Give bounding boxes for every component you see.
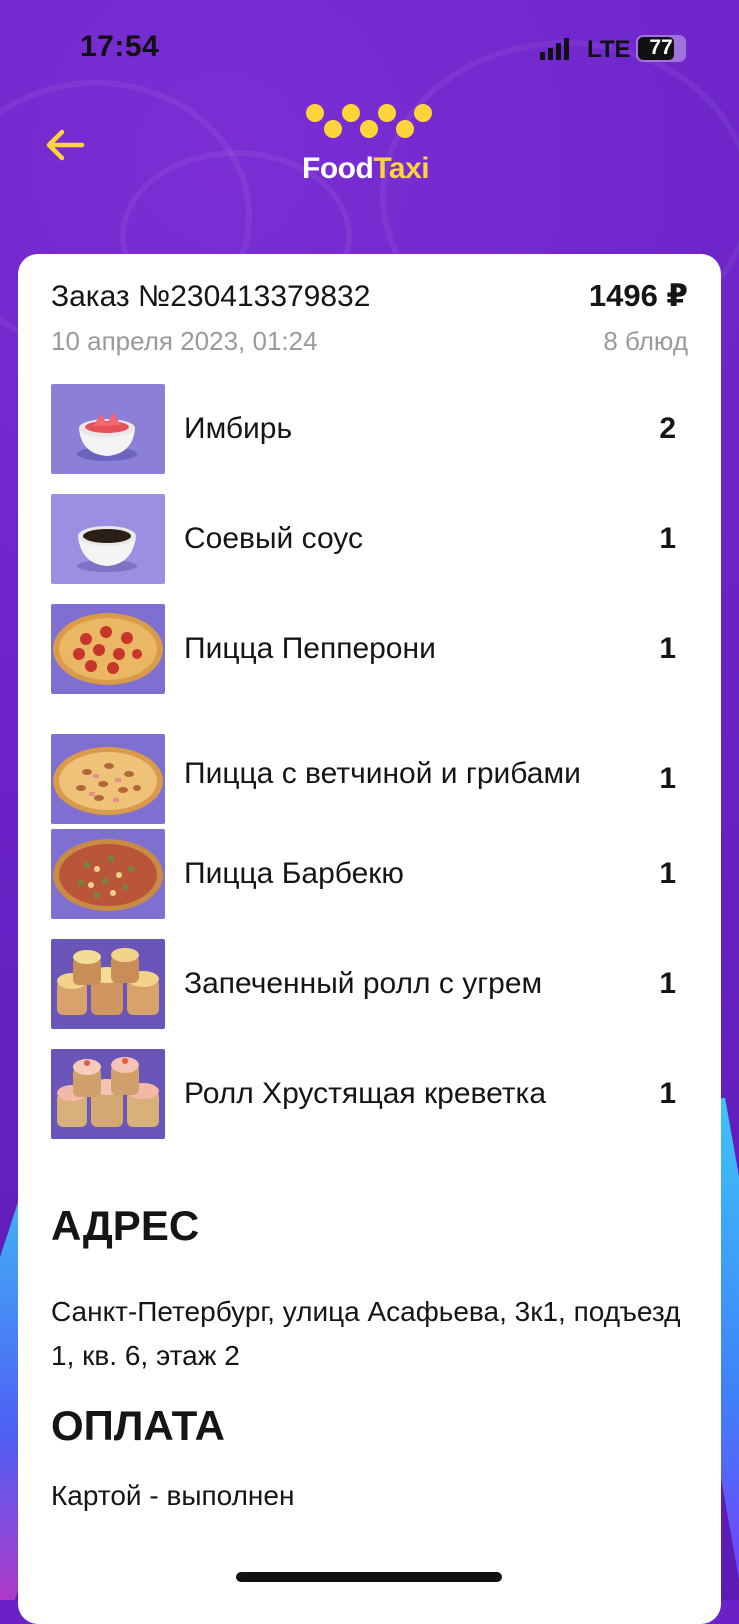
status-time: 17:54	[80, 30, 160, 63]
order-dish-count: 8 блюд	[603, 326, 688, 356]
item-quantity: 2	[659, 412, 676, 445]
address-text: Санкт-Петербург, улица Асафьева, 3к1, по…	[51, 1296, 681, 1371]
order-date: 10 апреля 2023, 01:24	[51, 326, 318, 356]
status-bar: 17:54 LTE 77	[0, 0, 739, 100]
home-indicator[interactable]	[236, 1572, 502, 1582]
item-name: Пицца с ветчиной и грибами	[184, 757, 581, 790]
logo-food-text: Food	[302, 152, 374, 185]
order-card: Заказ №230413379832 1496 ₽ 10 апреля 202…	[18, 254, 721, 1624]
order-total: 1496 ₽	[588, 278, 688, 313]
signal-icon	[540, 38, 569, 60]
item-name: Соевый соус	[184, 522, 363, 555]
list-item: Пицца Барбекю 1	[51, 829, 691, 919]
list-item: Запеченный ролл с угрем 1	[51, 939, 691, 1029]
pizza-image	[51, 604, 165, 694]
item-quantity: 1	[659, 632, 676, 665]
item-quantity: 1	[659, 522, 676, 555]
item-name: Запеченный ролл с угрем	[184, 967, 543, 1000]
roll-image	[51, 939, 165, 1029]
payment-heading: ОПЛАТА	[51, 1402, 225, 1449]
back-button[interactable]	[40, 120, 90, 170]
list-item: Ролл Хрустящая креветка 1	[51, 1049, 691, 1139]
list-item: Соевый соус 1	[51, 494, 691, 584]
item-quantity: 1	[659, 1077, 676, 1110]
network-type: LTE	[587, 36, 631, 63]
list-item: Пицца с ветчиной и грибами 1	[51, 719, 691, 829]
payment-status: Картой - выполнен	[51, 1480, 295, 1511]
list-item: Имбирь 2	[51, 384, 691, 474]
ginger-image	[51, 384, 165, 474]
item-name: Ролл Хрустящая креветка	[184, 1077, 547, 1110]
roll-image	[51, 1049, 165, 1139]
list-item: Пицца Пепперони 1	[51, 604, 691, 694]
battery-icon: 77	[636, 35, 686, 62]
item-quantity: 1	[659, 762, 676, 795]
item-quantity: 1	[659, 857, 676, 890]
soy-sauce-image	[51, 494, 165, 584]
pizza-image	[51, 829, 165, 919]
arrow-left-icon	[46, 129, 85, 161]
order-number: Заказ №230413379832	[51, 280, 371, 313]
logo-taxi-text: Taxi	[373, 152, 430, 185]
pizza-image	[51, 734, 165, 824]
battery-level: 77	[649, 36, 673, 59]
item-quantity: 1	[659, 967, 676, 1000]
address-heading: АДРЕС	[51, 1202, 200, 1249]
item-name: Имбирь	[184, 412, 293, 445]
foodtaxi-logo: FoodTaxi	[290, 100, 450, 200]
item-name: Пицца Барбекю	[184, 857, 404, 890]
item-name: Пицца Пепперони	[184, 632, 436, 665]
